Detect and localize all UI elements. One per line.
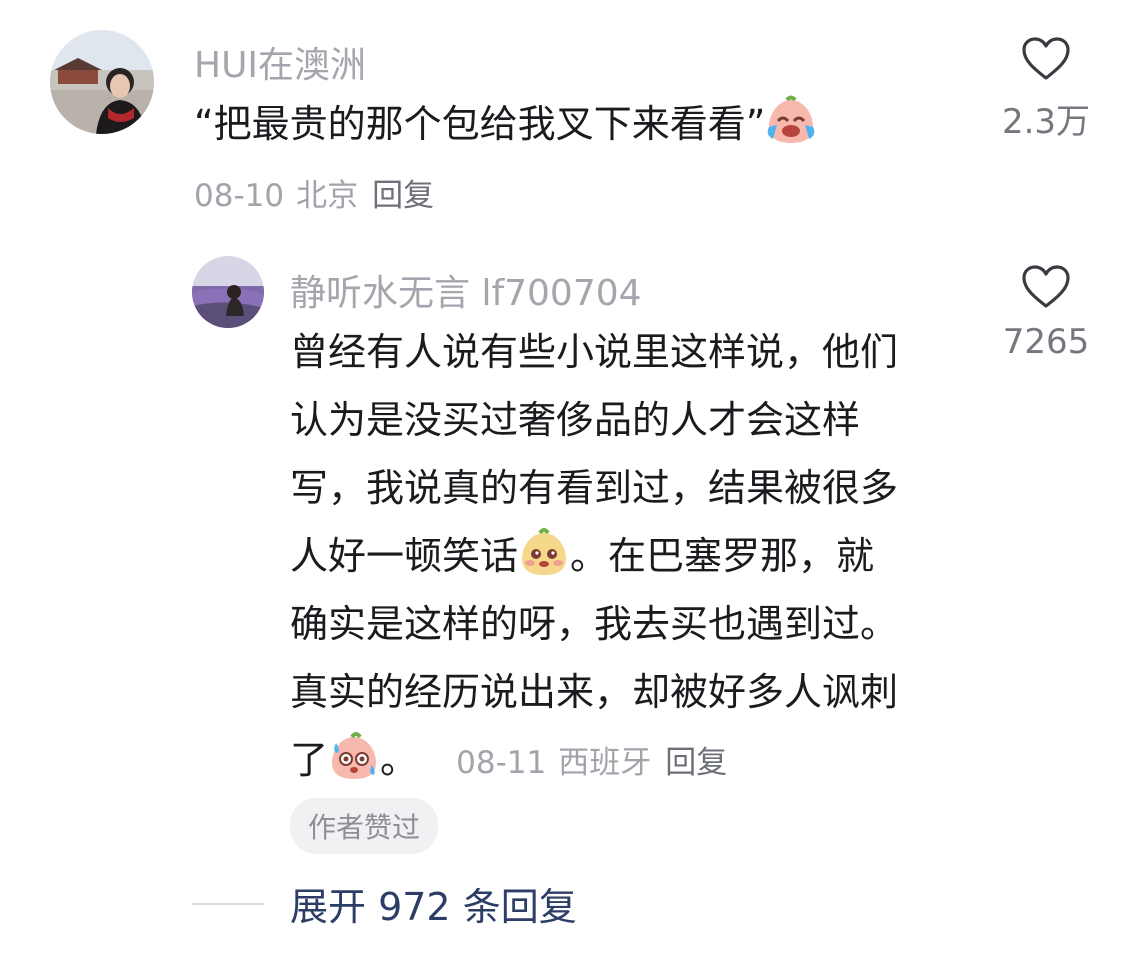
reply-meta: 08-11 西班牙 回复 (456, 745, 727, 781)
comment-meta: 08-10 北京 回复 (194, 170, 434, 215)
heart-icon[interactable] (1021, 264, 1071, 310)
comment-location: 北京 (296, 178, 359, 214)
reply-text-line: 曾经有人说有些小说里这样说，他们 (290, 330, 899, 374)
reply-like-button[interactable]: 7265 (1000, 264, 1092, 362)
reply-text-segment: 了 (290, 738, 329, 782)
laugh-cry-emoji-icon (765, 95, 817, 147)
reply-date: 08-11 (456, 745, 547, 781)
reply-like-count: 7265 (1002, 322, 1090, 362)
comment-like-count: 2.3万 (1001, 102, 1091, 142)
reply-text-segment: 。在巴塞罗那，就 (570, 534, 875, 578)
comment-date: 08-10 (194, 178, 285, 214)
reply-text-line: 写，我说真的有看到过，结果被很多 (290, 466, 899, 510)
reply-text-line: 认为是没买过奢侈品的人才会这样 (290, 398, 861, 442)
author-liked-badge: 作者赞过 (290, 798, 439, 854)
reply-text-line: 人好一顿笑话 。在巴塞罗那，就 (290, 522, 970, 590)
reply-text-segment: 人好一顿笑话 (290, 534, 519, 578)
sweat-emoji-icon (328, 731, 380, 783)
avatar-hui[interactable] (50, 30, 154, 134)
reply-text-line: 了 。 08-11 西班牙 回复 (290, 726, 970, 797)
reply-text-segment: 。 (380, 738, 419, 782)
reply-text-line: 真实的经历说出来，却被好多人讽刺 (290, 670, 899, 714)
reply-username[interactable]: 静听水无言 lf700704 (290, 264, 642, 316)
reply-reply-button[interactable]: 回复 (665, 745, 727, 781)
shy-emoji-icon (518, 527, 570, 579)
reply-text-line: 确实是这样的呀，我去买也遇到过。 (290, 602, 899, 646)
heart-icon[interactable] (1021, 36, 1071, 82)
reply-location: 西班牙 (558, 745, 652, 781)
divider-line (192, 902, 264, 905)
comment-text-content: “把最贵的那个包给我叉下来看看” (194, 102, 766, 146)
expand-replies-button[interactable]: 展开 972 条回复 (290, 876, 577, 931)
expand-replies[interactable]: 展开 972 条回复 (192, 876, 577, 931)
comment-text: “把最贵的那个包给我叉下来看看” (194, 90, 817, 158)
comment-username[interactable]: HUI在澳洲 (194, 36, 366, 88)
avatar-reply-user[interactable] (192, 256, 264, 328)
reply-text: 曾经有人说有些小说里这样说，他们 认为是没买过奢侈品的人才会这样 写，我说真的有… (290, 318, 970, 797)
comment-like-button[interactable]: 2.3万 (1000, 36, 1092, 143)
comment-reply-button[interactable]: 回复 (372, 178, 434, 214)
